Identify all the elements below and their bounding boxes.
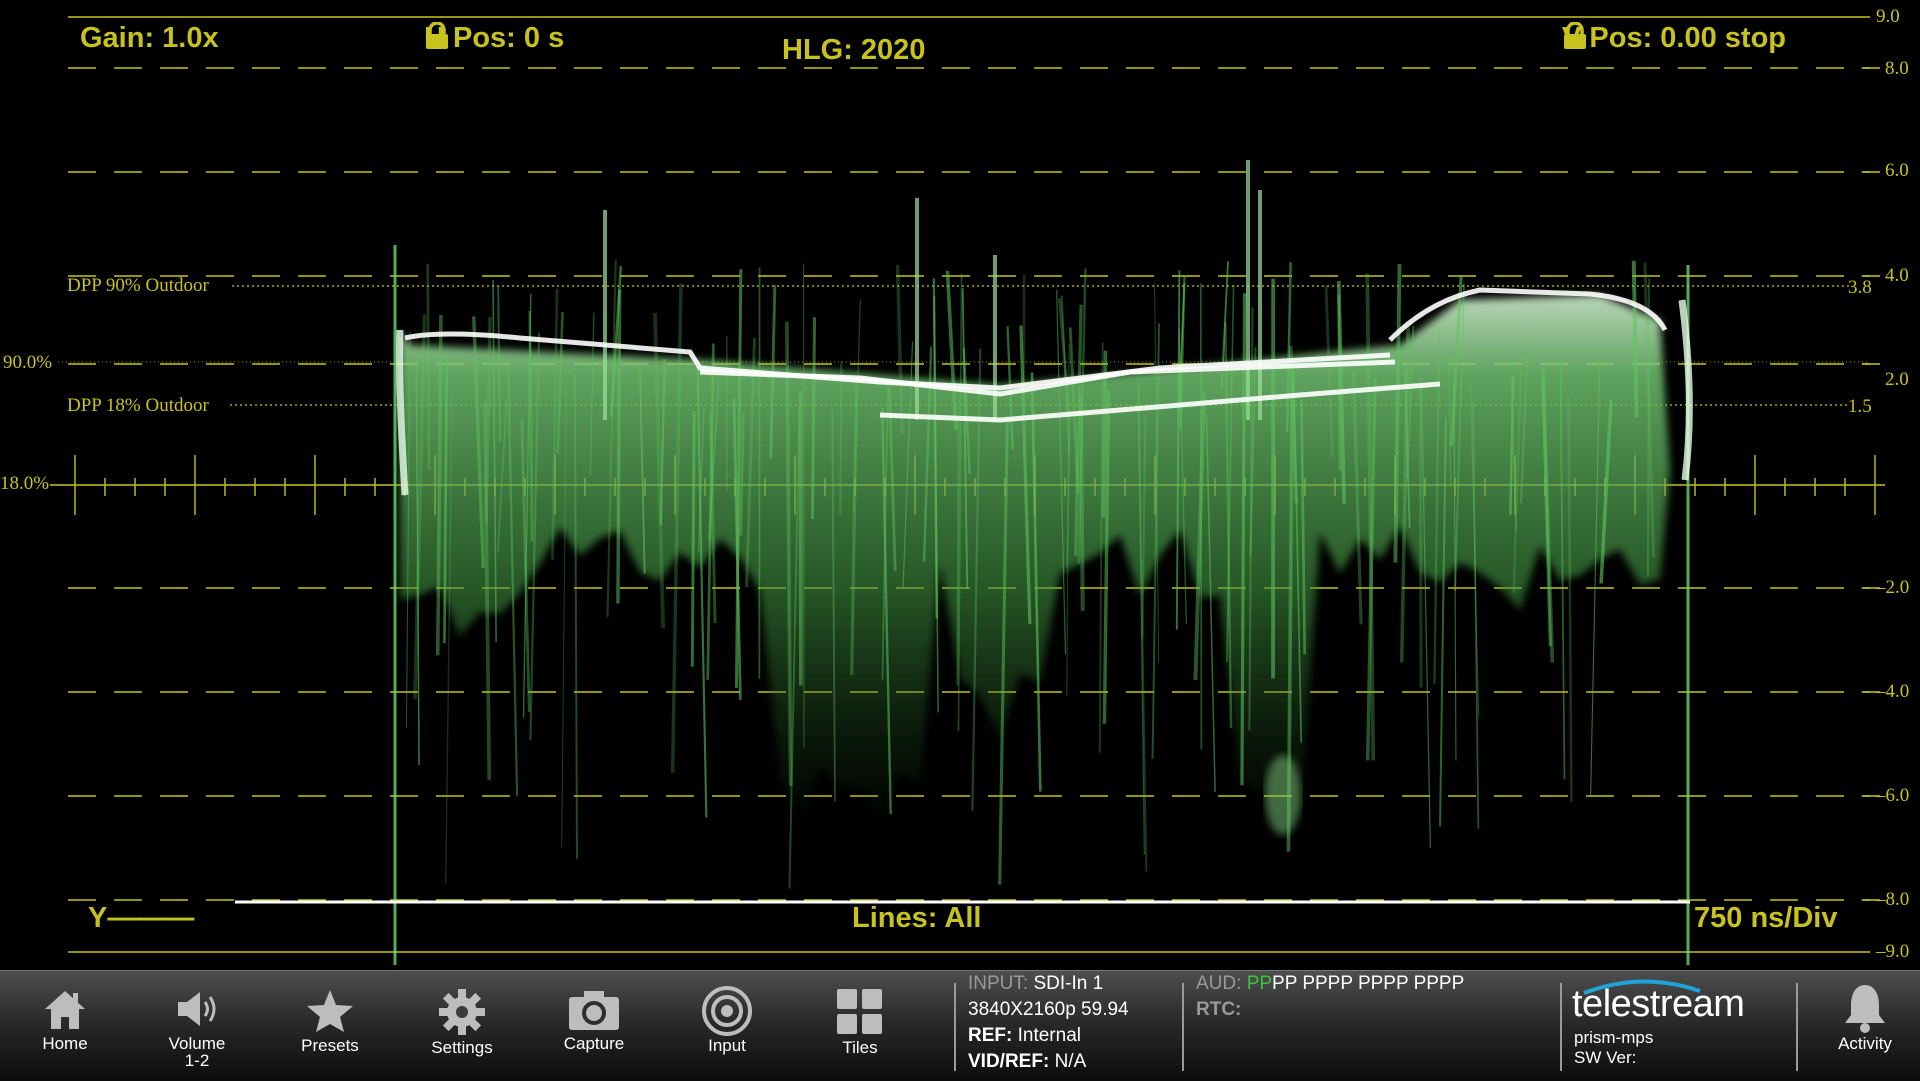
settings-label: Settings (407, 1039, 517, 1056)
waveform-trace-streak (1081, 395, 1083, 611)
waveform-trace-streak (1201, 283, 1202, 749)
aud-key: AUD: (1196, 973, 1241, 994)
waveform-graticule (0, 0, 1920, 970)
brand-logo: telestream (1572, 983, 1744, 1026)
waveform-trace-streak (1634, 261, 1637, 417)
scale-tick-label: –4.0 (1876, 681, 1909, 703)
h-pos-readout: H Pos: 0 s (424, 22, 564, 55)
home-label: Home (10, 1035, 120, 1052)
ref-line-label-dpp18: DPP 18% Outdoor (67, 395, 209, 417)
lines-readout: Lines: All (852, 902, 981, 935)
waveform-display[interactable]: Gain: 1.0x H Pos: 0 s HLG: 2020 V Pos: 0… (0, 0, 1920, 970)
aud-active-pairs: PP (1247, 973, 1272, 994)
vidref-value: N/A (1055, 1051, 1087, 1072)
bell-icon (1843, 983, 1887, 1033)
activity-button[interactable]: Activity (1810, 971, 1920, 1081)
audio-status-panel[interactable]: AUD: PPPP PPPP PPPP PPPP RTC: (1196, 971, 1464, 1023)
input-target-icon (701, 985, 753, 1037)
waveform-trace-streak (840, 361, 841, 516)
waveform-trace-streak (812, 317, 814, 519)
home-button[interactable]: Home (10, 971, 120, 1081)
waveform-trace-streak (428, 264, 429, 470)
volume-button[interactable]: Volume 1-2 (142, 971, 252, 1081)
waveform-trace-streak (1420, 388, 1421, 687)
home-icon (43, 989, 87, 1031)
speaker-icon (174, 989, 220, 1029)
toolbar-divider (1796, 983, 1798, 1071)
waveform-trace-blob (1265, 755, 1301, 835)
capture-label: Capture (539, 1035, 649, 1052)
input-value: SDI-In 1 (1033, 973, 1103, 994)
ref-value: Internal (1018, 1025, 1081, 1046)
toolbar-divider (1182, 983, 1184, 1071)
lock-icon (1562, 22, 1588, 50)
volume-label: Volume 1-2 (142, 1035, 252, 1069)
settings-button[interactable]: Settings (407, 971, 517, 1081)
marker-label-90: 90.0% (3, 352, 52, 374)
ref-line-label-dpp90: DPP 90% Outdoor (67, 275, 209, 297)
scale-tick-label: –9.0 (1876, 941, 1909, 963)
v-pos-readout: V Pos: 0.00 stop (1562, 22, 1814, 55)
tiles-label: Tiles (805, 1039, 915, 1056)
input-key: INPUT: (968, 973, 1028, 994)
model-name: prism-mps (1574, 1028, 1653, 1048)
presets-label: Presets (275, 1037, 385, 1054)
tiles-button[interactable]: Tiles (805, 971, 915, 1081)
activity-label: Activity (1810, 1035, 1920, 1052)
scale-tick-label: 2.0 (1885, 369, 1909, 391)
scale-tick-label: –8.0 (1876, 889, 1909, 911)
bottom-toolbar: Home Volume 1-2 Presets Sett (0, 970, 1920, 1081)
waveform-trace-streak (692, 411, 694, 666)
sw-version-key: SW Ver: (1574, 1048, 1636, 1068)
aud-pairs: PP PPPP PPPP PPPP (1272, 973, 1464, 994)
toolbar-divider (1560, 983, 1562, 1071)
presets-button[interactable]: Presets (275, 971, 385, 1081)
scale-tick-label: 6.0 (1885, 160, 1909, 182)
input-label: Input (672, 1037, 782, 1054)
waveform-trace-streak (1339, 295, 1341, 471)
waveform-trace-streak (1177, 270, 1180, 630)
toolbar-divider (954, 983, 956, 1071)
sweep-rate-readout: 750 ns/Div (1694, 902, 1837, 935)
hlg-mode-label: HLG: 2020 (782, 34, 925, 67)
scale-tick-label: 8.0 (1885, 58, 1909, 80)
brand-panel: telestream prism-mps SW Ver: (1572, 979, 1782, 1075)
camera-icon (567, 989, 621, 1031)
gear-icon (439, 989, 485, 1035)
v-pos-label: V Pos: 0.00 stop (1562, 22, 1786, 54)
gain-readout: Gain: 1.0x (80, 22, 219, 55)
rtc-key: RTC: (1196, 999, 1241, 1020)
video-format: 3840X2160p 59.94 (968, 997, 1129, 1023)
star-icon (306, 989, 354, 1033)
scale-tick-label: –2.0 (1876, 577, 1909, 599)
ref-key: REF: (968, 1025, 1012, 1046)
lock-icon (424, 22, 450, 50)
ref-line-value-dpp18: 1.5 (1848, 396, 1872, 418)
scale-tick-label: –6.0 (1876, 785, 1909, 807)
vidref-key: VID/REF: (968, 1051, 1049, 1072)
scale-tick-label: 9.0 (1876, 6, 1900, 28)
tiles-icon (835, 987, 885, 1037)
marker-label-18: 18.0% (0, 473, 49, 495)
waveform-trace-streak (618, 290, 620, 604)
input-status-panel[interactable]: INPUT: SDI-In 1 3840X2160p 59.94 REF: In… (968, 971, 1129, 1075)
trace-legend: Y——— (88, 902, 194, 935)
ref-line-value-dpp90: 3.8 (1848, 277, 1872, 299)
scale-tick-label: 4.0 (1885, 265, 1909, 287)
input-button[interactable]: Input (672, 971, 782, 1081)
capture-button[interactable]: Capture (539, 971, 649, 1081)
